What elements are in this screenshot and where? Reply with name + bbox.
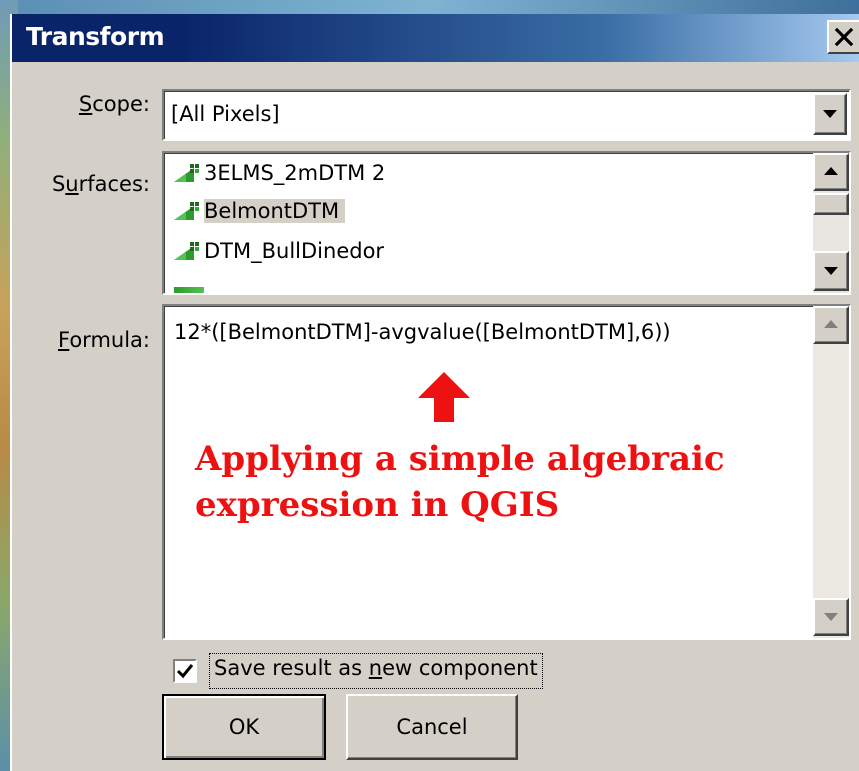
- title-bar[interactable]: Transform: [12, 14, 859, 62]
- desktop-background-top: [0, 0, 859, 14]
- cancel-button[interactable]: Cancel: [346, 694, 518, 760]
- scope-dropdown[interactable]: [All Pixels]: [162, 89, 851, 141]
- scroll-up-button[interactable]: [813, 153, 849, 191]
- transform-dialog: Transform Scope: [All Pixels] Surfaces:: [10, 14, 859, 771]
- list-item[interactable]: BelmontDTM: [172, 193, 346, 229]
- surfaces-list[interactable]: 3ELMS_2mDTM 2 BelmontDTM DTM_BullDinedor: [162, 151, 851, 295]
- annotation-text: Applying a simple algebraic expression i…: [195, 436, 725, 528]
- list-item[interactable]: 3ELMS_2mDTM 2: [172, 155, 391, 191]
- surfaces-scrollbar[interactable]: [813, 153, 849, 293]
- scope-selected-value: [All Pixels]: [171, 102, 280, 126]
- chevron-down-icon: [824, 613, 838, 621]
- list-item-partial: [174, 287, 204, 293]
- ok-button[interactable]: OK: [162, 694, 326, 760]
- checkmark-icon: [176, 664, 194, 679]
- surfaces-label: Surfaces:: [51, 172, 150, 196]
- scroll-down-button[interactable]: [813, 598, 849, 636]
- cancel-button-label: Cancel: [396, 715, 468, 739]
- close-button[interactable]: [827, 20, 859, 54]
- close-icon: [835, 28, 853, 46]
- chevron-up-icon: [824, 320, 838, 328]
- save-result-text: Save result as new component: [214, 656, 538, 680]
- dialog-title: Transform: [26, 22, 165, 51]
- formula-scrollbar[interactable]: [813, 306, 849, 638]
- raster-surface-icon: [172, 240, 202, 262]
- annotation-line-1: Applying a simple algebraic: [195, 439, 725, 479]
- scroll-up-button[interactable]: [813, 306, 849, 344]
- annotation-line-2: expression in QGIS: [195, 485, 560, 525]
- scroll-thumb[interactable]: [813, 193, 849, 215]
- raster-surface-icon: [172, 200, 202, 222]
- save-result-label[interactable]: Save result as new component: [209, 653, 543, 689]
- scroll-down-button[interactable]: [813, 251, 849, 291]
- ok-button-label: OK: [228, 715, 260, 739]
- chevron-up-icon: [824, 167, 838, 175]
- list-item[interactable]: DTM_BullDinedor: [172, 233, 390, 269]
- scope-label: Scope:: [78, 92, 150, 116]
- surface-label: BelmontDTM: [204, 199, 346, 223]
- save-result-checkbox[interactable]: [173, 659, 197, 683]
- chevron-down-icon: [824, 267, 838, 275]
- scope-dropdown-button[interactable]: [813, 93, 847, 135]
- annotation-arrow-icon: [418, 372, 470, 422]
- surface-label: DTM_BullDinedor: [204, 239, 385, 263]
- chevron-down-icon: [823, 110, 837, 118]
- surface-label: 3ELMS_2mDTM 2: [204, 161, 386, 185]
- raster-surface-icon: [172, 162, 202, 184]
- formula-text: 12*([BelmontDTM]-avgvalue([BelmontDTM],6…: [174, 320, 671, 344]
- formula-label: Formula:: [57, 328, 150, 352]
